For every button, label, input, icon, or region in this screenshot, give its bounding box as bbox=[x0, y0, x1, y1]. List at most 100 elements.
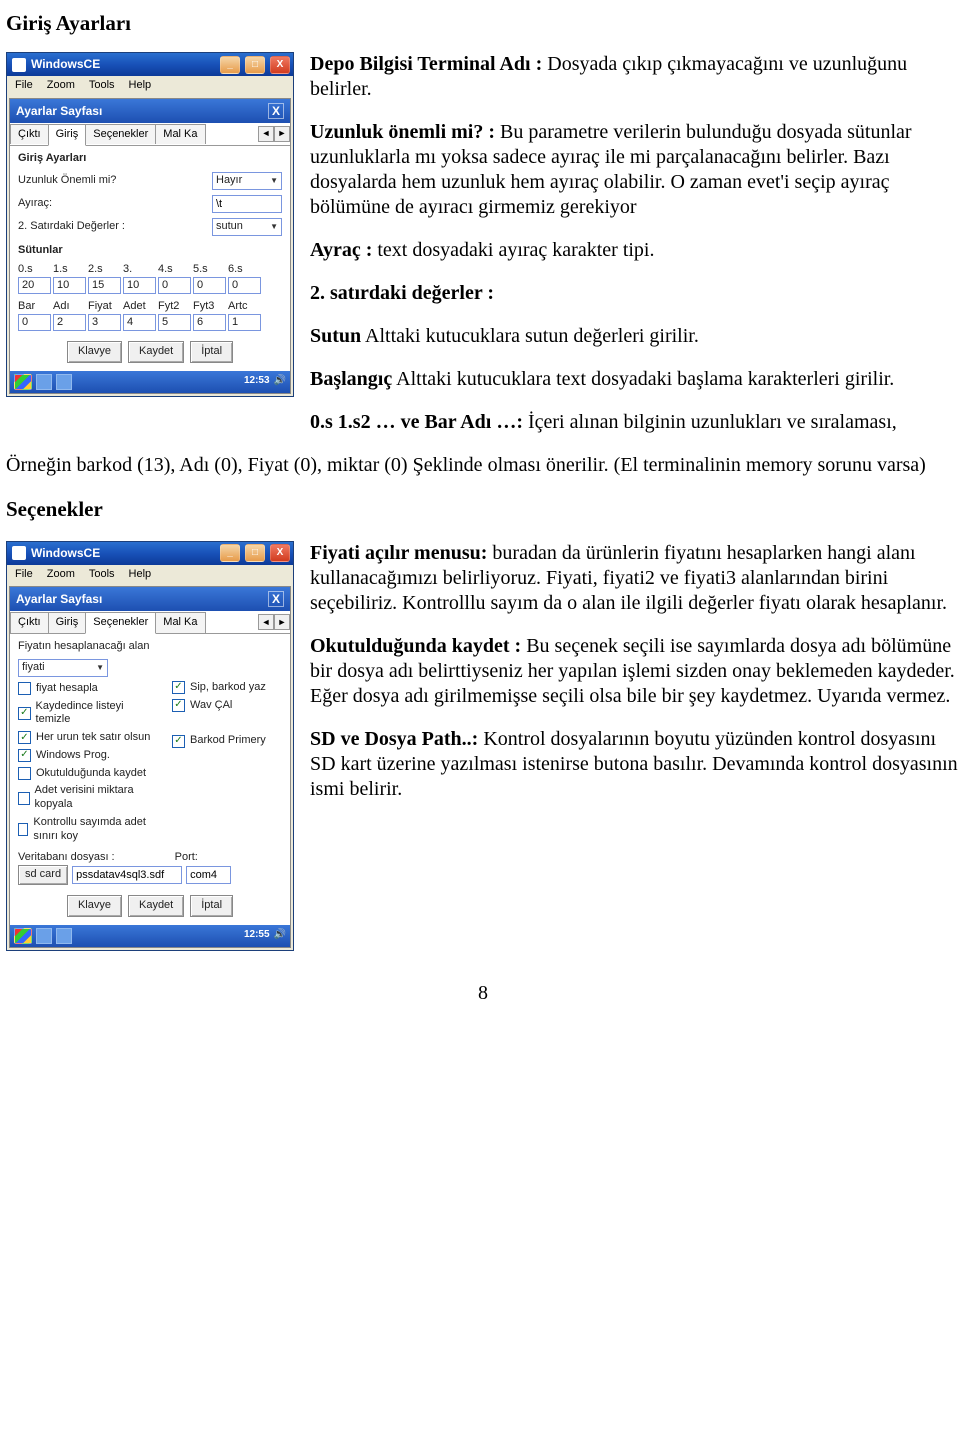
section-label: Fiyatın hesaplanacağı alan bbox=[18, 640, 282, 654]
tab-scroll-right-icon[interactable]: ► bbox=[274, 126, 290, 142]
checkbox-kaydedince[interactable]: ✓ bbox=[18, 707, 31, 720]
taskbar-app-icon[interactable] bbox=[36, 928, 52, 944]
description-secenekler: Fiyati açılır menusu: buradan da ürünler… bbox=[310, 541, 960, 820]
klavye-button[interactable]: Klavye bbox=[67, 341, 122, 363]
iptal-button[interactable]: İptal bbox=[190, 895, 233, 917]
menu-file[interactable]: File bbox=[15, 79, 33, 93]
col-input[interactable]: 6 bbox=[193, 314, 226, 331]
uzunluk-select[interactable]: Hayır▼ bbox=[212, 172, 282, 190]
menu-tools[interactable]: Tools bbox=[89, 79, 115, 93]
checkbox-adet-verisini[interactable] bbox=[18, 792, 30, 805]
menu-zoom[interactable]: Zoom bbox=[47, 79, 75, 93]
col-label: Fiyat bbox=[88, 300, 121, 314]
speaker-icon[interactable]: 🔊 bbox=[274, 929, 286, 942]
lead: Ayraç : bbox=[310, 239, 372, 261]
port-label: Port: bbox=[175, 851, 198, 865]
menu-file[interactable]: File bbox=[15, 568, 33, 582]
menu-zoom[interactable]: Zoom bbox=[47, 568, 75, 582]
satir2-select[interactable]: sutun▼ bbox=[212, 218, 282, 236]
ce-header: Ayarlar Sayfası X bbox=[10, 99, 290, 123]
taskbar-keyboard-icon[interactable] bbox=[56, 928, 72, 944]
port-input[interactable] bbox=[186, 866, 231, 884]
checkbox-windows-prog[interactable]: ✓ bbox=[18, 749, 31, 762]
col-input[interactable]: 0 bbox=[18, 314, 51, 331]
db-file-input[interactable] bbox=[72, 866, 182, 884]
checkbox-label: Wav ÇAl bbox=[190, 699, 232, 713]
lead: Başlangıç bbox=[310, 368, 392, 390]
body: Örneğin barkod (13), Adı (0), Fiyat (0),… bbox=[6, 453, 960, 478]
taskbar-clock: 12:53 bbox=[244, 375, 270, 388]
checkbox-label: Windows Prog. bbox=[36, 749, 110, 763]
start-button-icon[interactable] bbox=[14, 374, 32, 390]
col-input[interactable]: 15 bbox=[88, 277, 121, 294]
col-input[interactable]: 4 bbox=[123, 314, 156, 331]
window-title: WindowsCE bbox=[31, 57, 100, 72]
ce-close-button[interactable]: X bbox=[268, 591, 284, 607]
fiyati-select[interactable]: fiyati▼ bbox=[18, 659, 108, 677]
ayrac-input[interactable] bbox=[212, 195, 282, 213]
kaydet-button[interactable]: Kaydet bbox=[128, 341, 184, 363]
col-label: Adet bbox=[123, 300, 156, 314]
tab-cikti[interactable]: Çıktı bbox=[10, 612, 49, 633]
tab-giris[interactable]: Giriş bbox=[48, 612, 87, 633]
col-label: Bar bbox=[18, 300, 51, 314]
menu-help[interactable]: Help bbox=[129, 568, 152, 582]
col-input[interactable]: 0 bbox=[158, 277, 191, 294]
col-input[interactable]: 5 bbox=[158, 314, 191, 331]
col-input[interactable]: 10 bbox=[53, 277, 86, 294]
checkbox-fiyat-hesapla[interactable] bbox=[18, 682, 31, 695]
close-button[interactable]: X bbox=[270, 544, 290, 562]
tab-scroll-right-icon[interactable]: ► bbox=[274, 614, 290, 630]
iptal-button[interactable]: İptal bbox=[190, 341, 233, 363]
col-input[interactable]: 0 bbox=[193, 277, 226, 294]
satir2-label: 2. Satırdaki Değerler : bbox=[18, 220, 208, 234]
close-button[interactable]: X bbox=[270, 56, 290, 74]
col-header: 0.s bbox=[18, 263, 51, 277]
checkbox-label: Kontrollu sayımda adet sınırı koy bbox=[33, 816, 156, 844]
col-input[interactable]: 1 bbox=[228, 314, 261, 331]
minimize-button[interactable]: _ bbox=[220, 544, 240, 562]
tab-secenekler[interactable]: Seçenekler bbox=[85, 124, 156, 145]
col-input[interactable]: 10 bbox=[123, 277, 156, 294]
checkbox-kontrollu[interactable] bbox=[18, 823, 28, 836]
col-input[interactable]: 0 bbox=[228, 277, 261, 294]
minimize-button[interactable]: _ bbox=[220, 56, 240, 74]
maximize-button[interactable]: □ bbox=[245, 544, 265, 562]
taskbar-app-icon[interactable] bbox=[36, 374, 52, 390]
checkbox-sip-barkod[interactable]: ✓ bbox=[172, 681, 185, 694]
menu-help[interactable]: Help bbox=[129, 79, 152, 93]
col-header: 1.s bbox=[53, 263, 86, 277]
start-button-icon[interactable] bbox=[14, 928, 32, 944]
menu-tools[interactable]: Tools bbox=[89, 568, 115, 582]
col-input[interactable]: 20 bbox=[18, 277, 51, 294]
taskbar-clock: 12:55 bbox=[244, 929, 270, 942]
tab-giris[interactable]: Giriş bbox=[48, 124, 87, 146]
checkbox-okutuldugunda[interactable] bbox=[18, 767, 31, 780]
app-icon bbox=[12, 546, 26, 560]
body: text dosyadaki ayıraç karakter tipi. bbox=[372, 239, 654, 261]
checkbox-wav-cal[interactable]: ✓ bbox=[172, 699, 185, 712]
col-label: Fyt3 bbox=[193, 300, 226, 314]
tab-scroll-left-icon[interactable]: ◄ bbox=[258, 126, 274, 142]
kaydet-button[interactable]: Kaydet bbox=[128, 895, 184, 917]
col-input[interactable]: 2 bbox=[53, 314, 86, 331]
checkbox-label: Kaydedince listeyi temizle bbox=[36, 700, 156, 728]
tab-cikti[interactable]: Çıktı bbox=[10, 124, 49, 145]
tab-secenekler[interactable]: Seçenekler bbox=[85, 612, 156, 634]
lead: Sutun bbox=[310, 325, 361, 347]
klavye-button[interactable]: Klavye bbox=[67, 895, 122, 917]
tab-malka[interactable]: Mal Ka bbox=[155, 124, 205, 145]
checkbox-her-urun[interactable]: ✓ bbox=[18, 731, 31, 744]
sdcard-button[interactable]: sd card bbox=[18, 865, 68, 885]
maximize-button[interactable]: □ bbox=[245, 56, 265, 74]
checkbox-barkod-primery[interactable]: ✓ bbox=[172, 735, 185, 748]
columns-row2-labels: Bar Adı Fiyat Adet Fyt2 Fyt3 Artc bbox=[18, 300, 282, 314]
emulator-titlebar: WindowsCE _ □ X bbox=[7, 53, 293, 76]
tab-scroll-left-icon[interactable]: ◄ bbox=[258, 614, 274, 630]
tab-malka[interactable]: Mal Ka bbox=[155, 612, 205, 633]
col-input[interactable]: 3 bbox=[88, 314, 121, 331]
ce-tabs: Çıktı Giriş Seçenekler Mal Ka ◄ ► bbox=[10, 611, 290, 634]
speaker-icon[interactable]: 🔊 bbox=[274, 375, 286, 388]
taskbar-keyboard-icon[interactable] bbox=[56, 374, 72, 390]
ce-close-button[interactable]: X bbox=[268, 103, 284, 119]
